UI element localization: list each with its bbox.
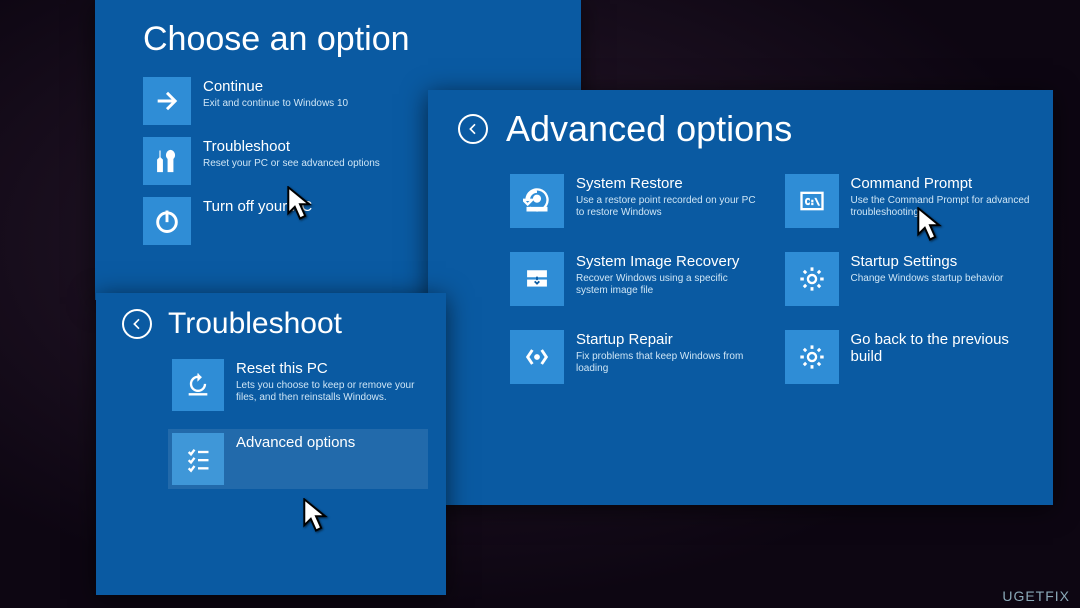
tile-desc: Lets you choose to keep or remove your f… (236, 380, 416, 405)
repair-icon (510, 330, 564, 384)
tile-title: System Image Recovery (576, 254, 761, 271)
tile-startup-settings[interactable]: Startup Settings Change Windows startup … (785, 252, 1036, 306)
tile-reset-this-pc[interactable]: Reset this PC Lets you choose to keep or… (172, 359, 428, 411)
svg-text:C:\: C:\ (805, 197, 820, 207)
troubleshoot-panel: Troubleshoot Reset this PC Lets you choo… (96, 293, 446, 595)
tile-system-image-recovery[interactable]: System Image Recovery Recover Windows us… (510, 252, 761, 306)
reset-icon (172, 359, 224, 411)
watermark: UGETFIX (1002, 588, 1070, 604)
tile-go-back-previous-build[interactable]: Go back to the previous build (785, 330, 1036, 384)
tile-desc: Recover Windows using a specific system … (576, 273, 761, 298)
page-title: Choose an option (143, 20, 533, 59)
tile-title: Go back to the previous build (851, 332, 1036, 365)
page-title: Troubleshoot (168, 307, 342, 341)
list-check-icon (172, 433, 224, 485)
tile-title: Troubleshoot (203, 139, 380, 156)
tile-desc: Reset your PC or see advanced options (203, 158, 380, 171)
restore-icon (510, 174, 564, 228)
tile-title: Startup Repair (576, 332, 761, 349)
tile-title: Turn off your PC (203, 199, 312, 216)
tile-title: Startup Settings (851, 254, 1004, 271)
tile-title: Reset this PC (236, 361, 416, 378)
gear-icon (785, 252, 839, 306)
gear-icon (785, 330, 839, 384)
tile-title: Advanced options (236, 435, 355, 452)
tile-title: System Restore (576, 176, 761, 193)
back-button[interactable] (458, 114, 488, 144)
page-title: Advanced options (506, 108, 792, 150)
back-button[interactable] (122, 309, 152, 339)
tile-desc: Change Windows startup behavior (851, 273, 1004, 286)
command-prompt-icon: C:\ (785, 174, 839, 228)
tile-system-restore[interactable]: System Restore Use a restore point recor… (510, 174, 761, 228)
power-icon (143, 197, 191, 245)
tile-desc: Exit and continue to Windows 10 (203, 98, 348, 111)
arrow-right-icon (143, 77, 191, 125)
tile-desc: Use the Command Prompt for advanced trou… (851, 195, 1036, 220)
tile-desc: Use a restore point recorded on your PC … (576, 195, 761, 220)
image-recovery-icon (510, 252, 564, 306)
tile-desc: Fix problems that keep Windows from load… (576, 351, 761, 376)
tile-command-prompt[interactable]: C:\ Command Prompt Use the Command Promp… (785, 174, 1036, 228)
tools-icon (143, 137, 191, 185)
advanced-options-panel: Advanced options System Restore Use a re… (428, 90, 1053, 505)
tile-startup-repair[interactable]: Startup Repair Fix problems that keep Wi… (510, 330, 761, 384)
tile-title: Command Prompt (851, 176, 1036, 193)
tile-advanced-options[interactable]: Advanced options (168, 429, 428, 489)
tile-title: Continue (203, 79, 348, 96)
